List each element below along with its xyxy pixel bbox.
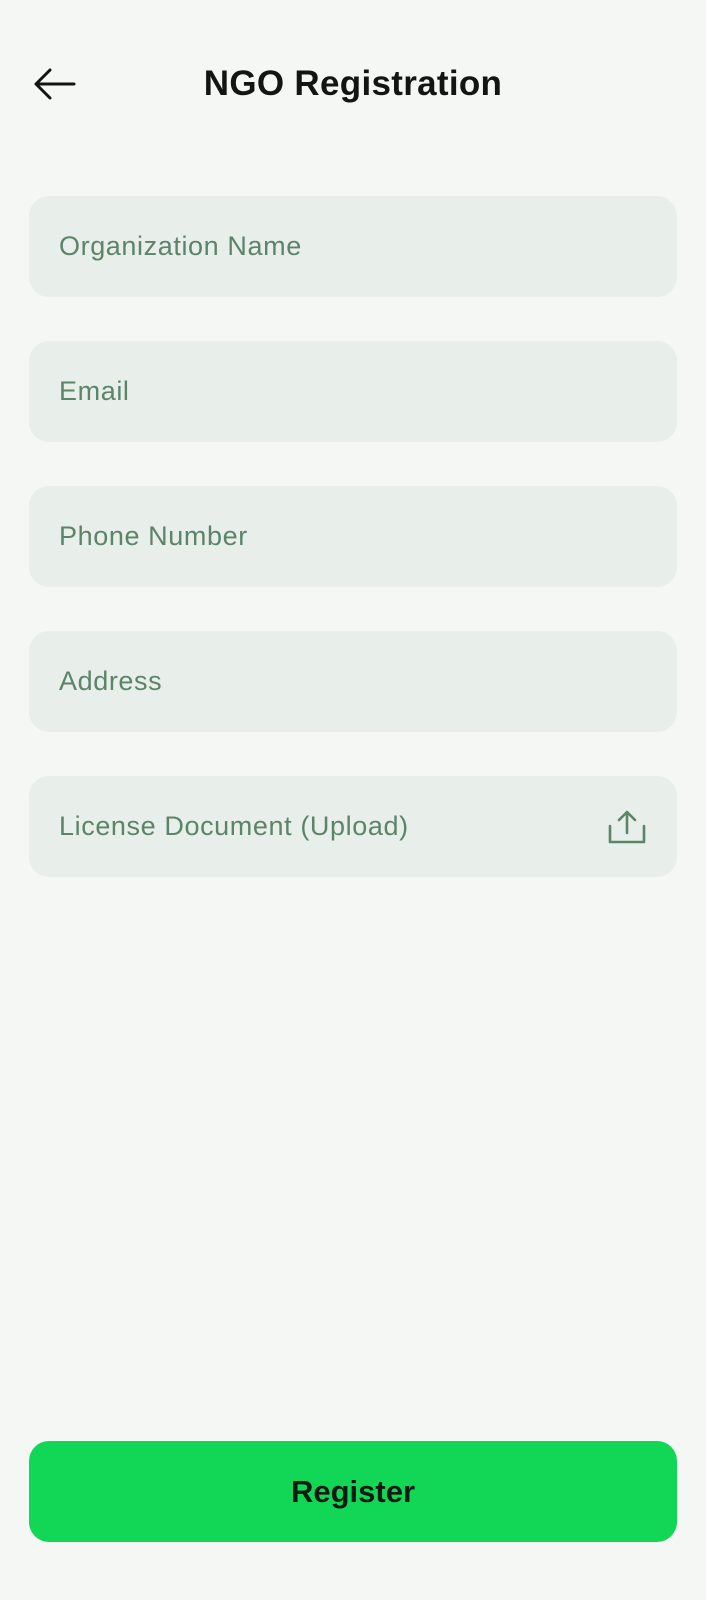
- phone-number-input[interactable]: [59, 486, 647, 587]
- header: NGO Registration: [0, 0, 706, 168]
- organization-name-field[interactable]: [29, 196, 677, 297]
- address-field[interactable]: [29, 631, 677, 732]
- upload-icon[interactable]: [605, 805, 649, 849]
- email-field[interactable]: [29, 341, 677, 442]
- license-document-upload-field[interactable]: License Document (Upload): [29, 776, 677, 877]
- organization-name-input[interactable]: [59, 196, 647, 297]
- license-document-label: License Document (Upload): [59, 811, 409, 841]
- register-button[interactable]: Register: [29, 1441, 677, 1542]
- email-input[interactable]: [59, 341, 647, 442]
- page-title: NGO Registration: [203, 64, 503, 103]
- phone-number-field[interactable]: [29, 486, 677, 587]
- address-input[interactable]: [59, 631, 647, 732]
